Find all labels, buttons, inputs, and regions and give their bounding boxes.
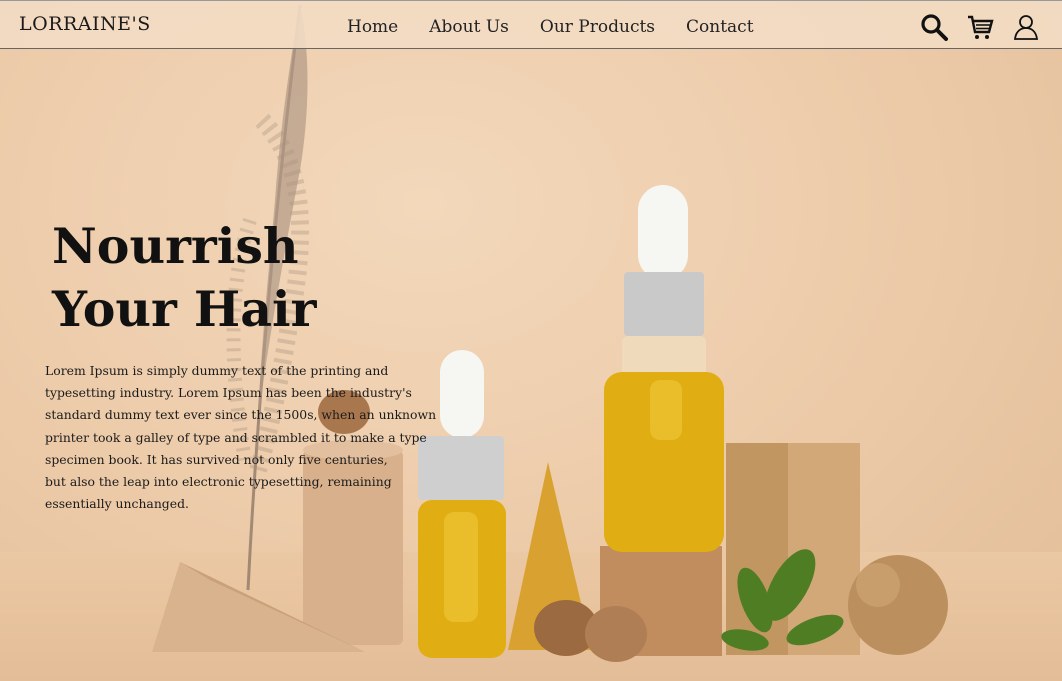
hero-description-line: standard dummy text ever since the 1500s…: [45, 407, 437, 423]
nav-home[interactable]: Home: [347, 17, 398, 37]
hero-description-line: Lorem Ipsum is simply dummy text of the …: [45, 363, 389, 378]
main-nav: Home About Us Our Products Contact: [347, 17, 785, 37]
hero-title-line-1: Nourrish: [52, 217, 299, 275]
hero-description-line: typesetting industry. Lorem Ipsum has be…: [45, 385, 412, 401]
nav-contact[interactable]: Contact: [686, 17, 754, 37]
argan-nut: [585, 606, 647, 662]
hero-description-line: printer took a galley of type and scramb…: [45, 429, 427, 445]
hero-title-line-2: Your Hair: [52, 280, 317, 338]
hero-description-line: specimen book. It has survived not only …: [45, 451, 388, 467]
site-header: LORRAINE'S Home About Us Our Products Co…: [0, 0, 1062, 49]
nav-about-us[interactable]: About Us: [429, 17, 509, 37]
nav-our-products[interactable]: Our Products: [540, 17, 655, 37]
hero-description-line: but also the leap into electronic typese…: [45, 474, 392, 490]
cart-icon[interactable]: [966, 13, 994, 41]
search-icon[interactable]: [920, 13, 948, 41]
small-oil-bottle: [418, 350, 506, 658]
user-icon[interactable]: [1012, 13, 1040, 41]
header-icons: [920, 13, 1040, 41]
hero-description: Lorem Ipsum is simply dummy text of the …: [45, 360, 437, 515]
hero-title: Nourrish Your Hair: [52, 215, 316, 341]
large-oil-bottle: [600, 185, 724, 656]
brand-logo[interactable]: LORRAINE'S: [19, 13, 151, 35]
hero-description-line: essentially unchanged.: [45, 496, 189, 512]
